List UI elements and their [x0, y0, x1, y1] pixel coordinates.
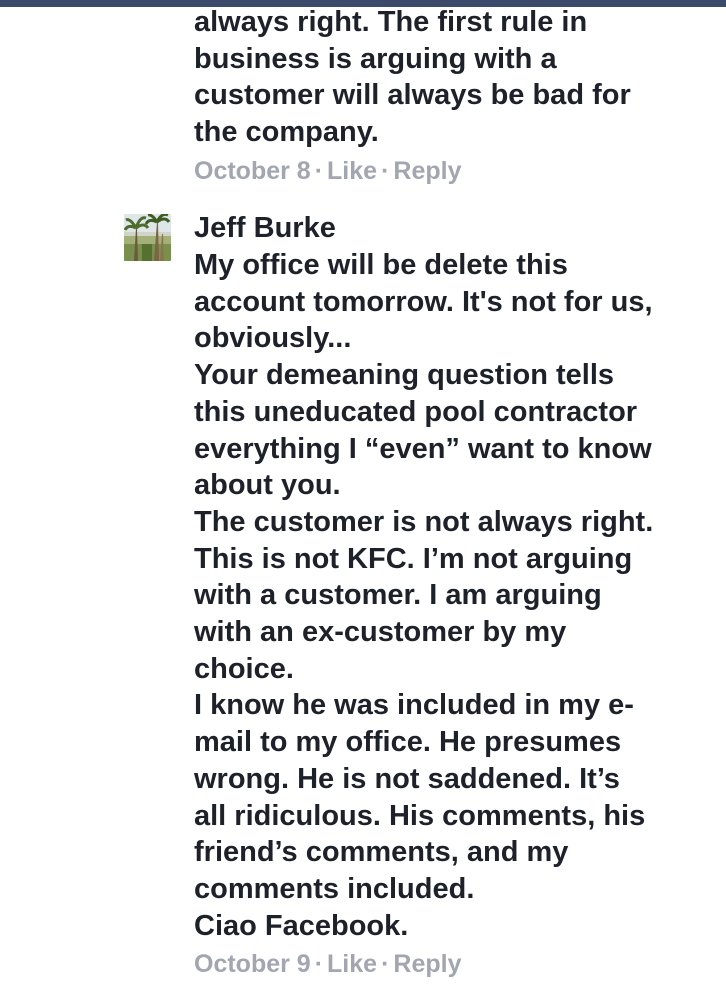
comment-author-name[interactable]: Jeff Burke — [194, 210, 714, 247]
comment-meta: October 8 · Like · Reply — [194, 156, 714, 186]
comment-text-line: Ciao Facebook. — [194, 909, 409, 942]
avatar[interactable] — [124, 214, 171, 261]
comment-text-line: The customer is not always right. — [194, 505, 654, 538]
comment-text-line: everything I “even” want to know — [194, 432, 652, 465]
like-link[interactable]: Like — [327, 950, 377, 978]
comment-date[interactable]: October 9 — [194, 950, 311, 978]
meta-separator: · — [314, 950, 324, 979]
comment-text-line: wrong. He is not saddened. It’s — [194, 762, 620, 795]
comment-text-line: My office will be delete this — [194, 249, 568, 281]
comment-meta: October 9 · Like · Reply — [194, 949, 714, 979]
comment-text-line: the company. — [194, 116, 379, 149]
like-link[interactable]: Like — [327, 157, 377, 185]
comment-text-line: This is not KFC. I’m not arguing — [194, 542, 633, 575]
comment-text-line: choice. — [194, 652, 294, 685]
comment-text-line: Your demeaning question tells — [194, 359, 615, 392]
comment-text-line: about you. — [194, 469, 341, 502]
comment-text-line: customer will always be bad for — [194, 79, 631, 112]
comment-date[interactable]: October 8 — [194, 157, 311, 185]
comment-text-line: mail to my office. He presumes — [194, 726, 622, 759]
comment-text-line: all ridiculous. His comments, his — [194, 799, 646, 832]
reply-link[interactable]: Reply — [393, 950, 461, 978]
comment-text-line: with a customer. I am arguing — [194, 579, 602, 612]
reply-link[interactable]: Reply — [393, 157, 461, 185]
meta-separator: · — [381, 156, 390, 185]
comment-text-line: with an ex-customer by my — [194, 616, 567, 649]
comment-text-line: account tomorrow. It's not for us, — [194, 285, 653, 318]
comment-text-line: I know he was included in my e- — [194, 689, 634, 722]
meta-separator: · — [314, 156, 324, 185]
comment-text-line: obviously... — [194, 322, 352, 355]
comment-body: always right. The first rule in business… — [194, 4, 714, 186]
comment-text-line: friend’s comments, and my — [194, 836, 569, 869]
comment-text-line: comments included. — [194, 872, 475, 905]
meta-separator: · — [381, 950, 390, 979]
comment-text-line: this uneducated pool contractor — [194, 395, 638, 428]
comment-text-line: business is arguing with a — [194, 42, 557, 75]
comment-text-line: always right. The first rule in — [194, 6, 588, 38]
profile-photo-icon — [124, 214, 171, 261]
comment-body: Jeff Burke My office will be delete this… — [194, 210, 714, 979]
